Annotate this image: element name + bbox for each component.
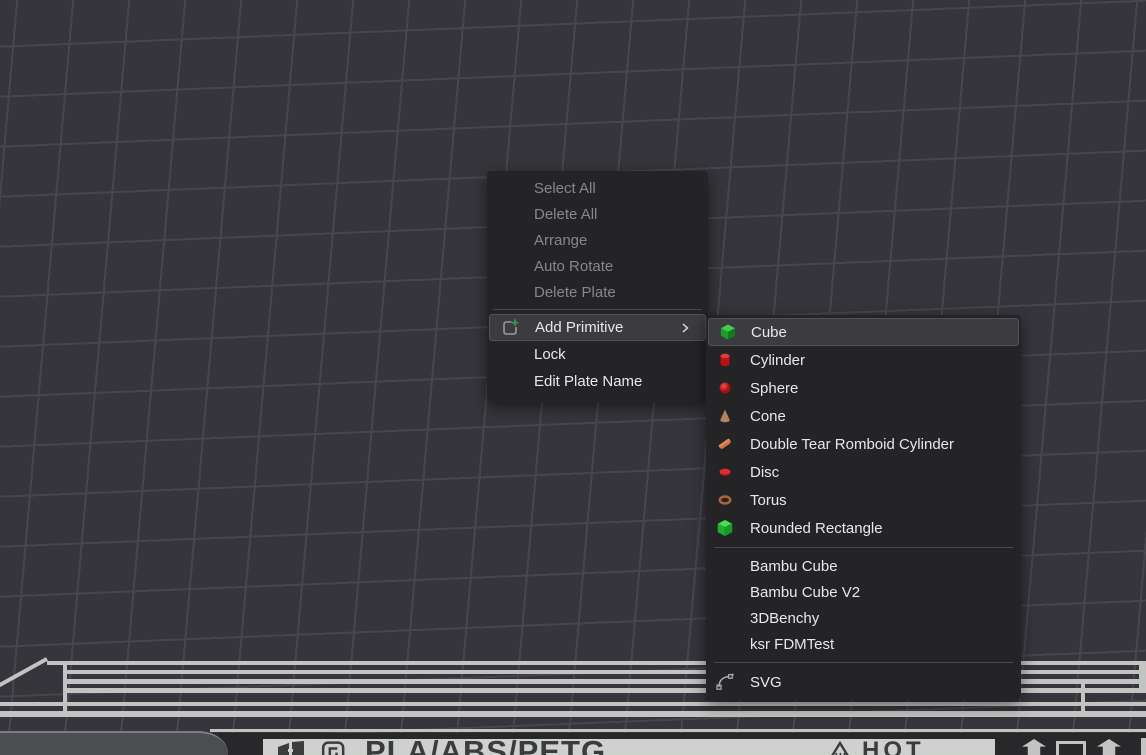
plate-material-label: PLA/ABS/PETG: [365, 739, 606, 755]
menu-item-label: Add Primitive: [535, 319, 623, 336]
torus-icon: [715, 490, 735, 510]
submenu-item-label: 3DBenchy: [750, 610, 819, 627]
submenu-item-label: Cylinder: [750, 352, 805, 369]
submenu-item-label: Cube: [751, 324, 787, 341]
submenu-item-cone[interactable]: Cone: [706, 402, 1021, 430]
menu-item-select-all: Select All: [487, 175, 708, 201]
menu-item-label: Delete All: [534, 206, 597, 223]
submenu-item-3dbenchy[interactable]: 3DBenchy: [706, 605, 1021, 631]
menu-separator: [493, 309, 702, 310]
submenu-item-label: Rounded Rectangle: [750, 520, 883, 537]
menu-item-delete-all: Delete All: [487, 201, 708, 227]
menu-item-edit-plate-name[interactable]: Edit Plate Name: [487, 368, 708, 395]
menu-item-add-primitive[interactable]: Add Primitive: [489, 314, 706, 341]
submenu-item-label: Cone: [750, 408, 786, 425]
rounded-rectangle-icon: [715, 518, 735, 538]
cube-icon: [718, 322, 738, 342]
submenu-item-bambu-cube-v2[interactable]: Bambu Cube V2: [706, 579, 1021, 605]
menu-item-delete-plate: Delete Plate: [487, 279, 708, 305]
submenu-item-label: Double Tear Romboid Cylinder: [750, 436, 954, 453]
plate-edge-diagonal: [0, 657, 48, 688]
add-primitive-icon: [500, 318, 520, 338]
plate-handle-tab: [0, 731, 228, 755]
submenu-item-sphere[interactable]: Sphere: [706, 374, 1021, 402]
submenu-item-disc[interactable]: Disc: [706, 458, 1021, 486]
submenu-separator: [714, 662, 1013, 663]
hot-warning-label: HOT: [862, 739, 925, 755]
submenu-item-label: SVG: [750, 674, 782, 691]
submenu-item-torus[interactable]: Torus: [706, 486, 1021, 514]
plate-edge-mark-right: [1139, 664, 1146, 688]
submenu-item-cube[interactable]: Cube: [708, 318, 1019, 346]
submenu-item-rounded-rectangle[interactable]: Rounded Rectangle: [706, 514, 1021, 542]
submenu-item-svg[interactable]: SVG: [706, 668, 1021, 696]
plate-corner-mark: [1141, 738, 1146, 755]
bambu-lab-logo: [277, 741, 307, 755]
plate-square-mark: [1056, 741, 1086, 755]
submenu-separator: [714, 547, 1013, 548]
menu-item-label: Delete Plate: [534, 284, 616, 301]
double-tear-romboid-cylinder-icon: [715, 434, 735, 454]
submenu-item-bambu-cube[interactable]: Bambu Cube: [706, 553, 1021, 579]
plate-edge-stripe: [0, 702, 1146, 706]
submenu-item-label: ksr FDMTest: [750, 636, 834, 653]
sphere-icon: [715, 378, 735, 398]
disc-icon: [715, 462, 735, 482]
chevron-right-icon: [679, 322, 691, 334]
submenu-item-label: Torus: [750, 492, 787, 509]
menu-item-auto-rotate: Auto Rotate: [487, 253, 708, 279]
menu-item-label: Select All: [534, 180, 596, 197]
plate-edge-connector-left: [63, 663, 67, 713]
menu-item-label: Arrange: [534, 232, 587, 249]
plate-edge-connector-right: [1081, 682, 1085, 717]
submenu-item-label: Disc: [750, 464, 779, 481]
cone-icon: [715, 406, 735, 426]
submenu-item-label: Bambu Cube: [750, 558, 838, 575]
bambu-studio-viewport-screen: { "colors": { "viewport_bg": "#35353b", …: [0, 0, 1146, 755]
plate-label-strip: PLA/ABS/PETG HOT: [263, 739, 995, 755]
plate-context-menu: Select All Delete All Arrange Auto Rotat…: [487, 171, 708, 402]
submenu-item-label: Sphere: [750, 380, 798, 397]
submenu-item-double-tear-romboid-cylinder[interactable]: Double Tear Romboid Cylinder: [706, 430, 1021, 458]
add-primitive-submenu: Cube Cylinder Sphere Cone: [706, 315, 1021, 700]
menu-item-label: Edit Plate Name: [534, 373, 642, 390]
makerworld-logo: [319, 741, 349, 755]
cylinder-icon: [715, 350, 735, 370]
svg-bezier-icon: [715, 672, 735, 692]
submenu-item-label: Bambu Cube V2: [750, 584, 860, 601]
submenu-item-ksr-fdmtest[interactable]: ksr FDMTest: [706, 631, 1021, 657]
menu-item-label: Auto Rotate: [534, 258, 613, 275]
menu-item-lock[interactable]: Lock: [487, 341, 708, 368]
plate-front-edge-line: [210, 729, 1146, 732]
menu-item-label: Lock: [534, 346, 566, 363]
menu-item-arrange: Arrange: [487, 227, 708, 253]
submenu-item-cylinder[interactable]: Cylinder: [706, 346, 1021, 374]
hot-warning-icon: [826, 740, 854, 755]
plate-edge-stripe: [0, 711, 1146, 717]
